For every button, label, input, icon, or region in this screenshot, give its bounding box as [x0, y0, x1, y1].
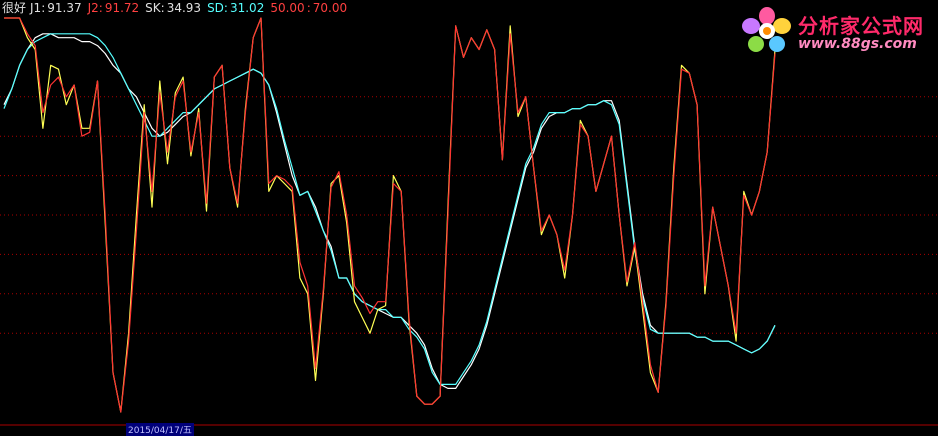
legend-sd-value: 31.02 [229, 1, 265, 15]
series-line-j2 [4, 17, 776, 413]
legend-separator: : [306, 1, 311, 15]
site-logo: 分析家公式网 www.88gs.com [740, 6, 935, 56]
legend-sk-label: SK: [145, 1, 165, 15]
legend-j1-label: J1: [30, 1, 46, 15]
grid-lines [0, 96, 938, 334]
flower-icon [742, 7, 791, 52]
series-lines [3, 17, 776, 413]
legend-j2-label: J2: [87, 1, 103, 15]
legend-level-70: 70.00 [312, 1, 348, 15]
kdj-chart [0, 17, 938, 426]
legend-sd-label: SD: [207, 1, 228, 15]
logo-name: 分析家公式网 [798, 14, 924, 38]
series-line-sd [3, 33, 776, 385]
indicator-legend: 很好 J1: 91.37 J2: 91.72 SK: 34.93 SD: 31.02 50.00:… [2, 1, 353, 15]
logo-url: www.88gs.com [798, 36, 917, 52]
legend-j1-value: 91.37 [47, 1, 82, 15]
series-line-sk [3, 33, 776, 389]
legend-j2-value: 91.72 [104, 1, 140, 15]
series-line-j1 [4, 17, 776, 413]
legend-sk-value: 34.93 [166, 1, 202, 15]
legend-level-50: 50.00 [270, 1, 305, 15]
legend-title: 很好 [2, 1, 27, 15]
